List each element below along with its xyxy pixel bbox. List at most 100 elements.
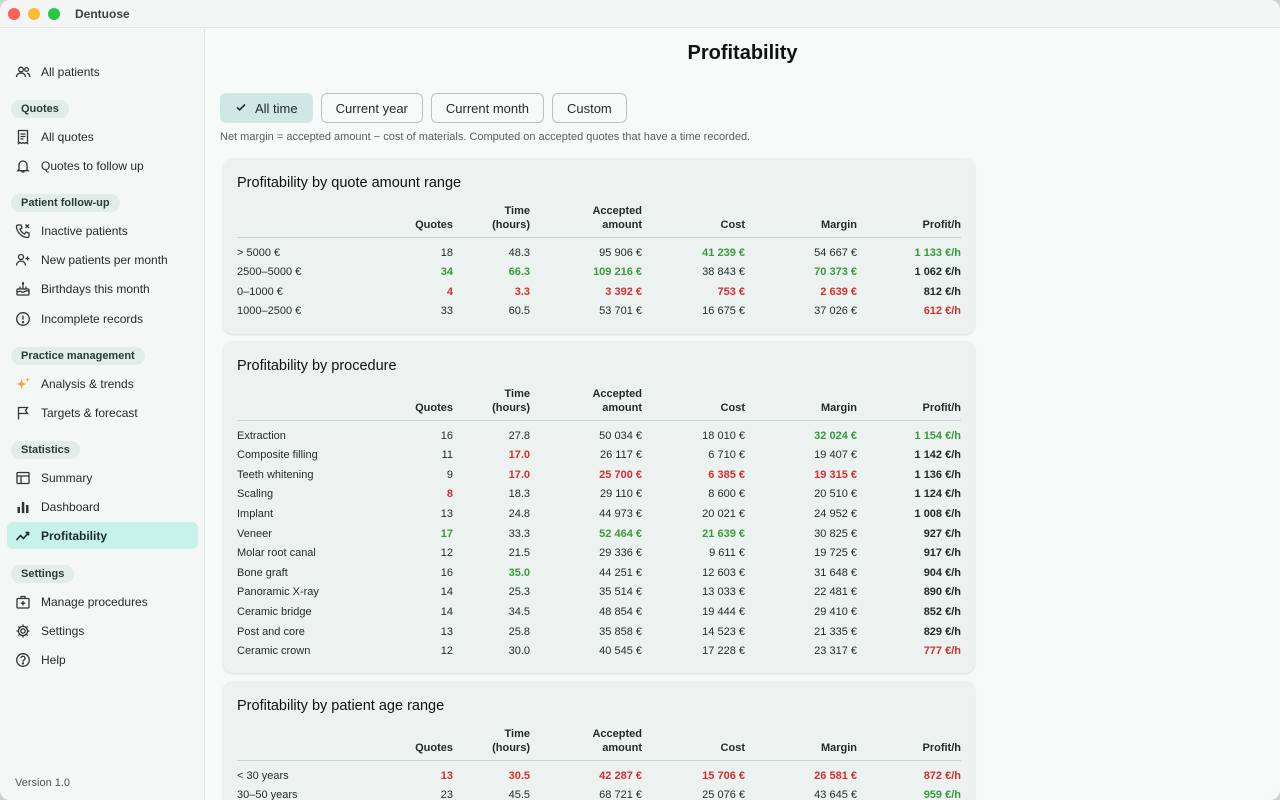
column-header[interactable]: Time (hours) — [453, 204, 530, 238]
table-cell: 18 — [440, 247, 453, 260]
flag-icon — [15, 405, 31, 421]
card-title: Profitability by patient age range — [237, 698, 445, 714]
filter-custom-button[interactable]: Custom — [551, 93, 627, 123]
sparkles-icon — [15, 376, 31, 392]
sidebar-item-new-patients-per-month[interactable]: New patients per month — [7, 246, 198, 273]
sidebar-item-settings[interactable]: Settings — [7, 617, 198, 644]
table-cell: 109 216 € — [593, 266, 642, 279]
close-window-button[interactable] — [8, 8, 20, 20]
table-cell: 21 335 € — [814, 625, 857, 638]
table-cell: 11 — [441, 449, 453, 462]
column-header[interactable]: Profit/h — [857, 204, 961, 238]
sidebar-item-quotes-to-follow-up[interactable]: Quotes to follow up — [7, 152, 198, 179]
column-header[interactable] — [237, 204, 387, 238]
column-header[interactable]: Quotes — [387, 204, 453, 238]
column-header[interactable] — [237, 387, 387, 421]
row-label: Panoramic X-ray — [237, 586, 319, 599]
minimize-window-button[interactable] — [28, 8, 40, 20]
column-header[interactable]: Accepted amount — [530, 727, 642, 761]
table-cell: 1 136 €/h — [914, 468, 961, 481]
section-quotes: Quotes — [11, 100, 69, 118]
column-header[interactable]: Accepted amount — [530, 204, 642, 238]
table-cell: 8 — [446, 488, 453, 501]
alert-circle-icon — [15, 311, 31, 327]
sidebar-item-all-quotes[interactable]: All quotes — [7, 123, 198, 150]
table-row: Implant 13 24.8 44 973 € 20 021 € 24 952 € 1 0… — [237, 504, 961, 524]
card-by-age-range: Profitability by patient age range Quote… — [223, 681, 975, 800]
sidebar-item-label: New patients per month — [41, 252, 168, 267]
column-header[interactable]: Time (hours) — [453, 727, 530, 761]
bar-chart-icon — [15, 499, 31, 515]
sidebar-item-profitability[interactable]: Profitability — [7, 522, 198, 549]
sidebar-item-incomplete-records[interactable]: Incomplete records — [7, 305, 198, 332]
row-label: Ceramic bridge — [237, 606, 312, 619]
column-header[interactable]: Profit/h — [857, 387, 961, 421]
column-header[interactable]: Cost — [642, 387, 745, 421]
card-title: Profitability by quote amount range — [237, 175, 462, 191]
row-label: Teeth whitening — [237, 468, 314, 481]
filter-label: Custom — [566, 100, 612, 116]
sidebar-item-label: Summary — [41, 470, 93, 485]
filter-current-year-button[interactable]: Current year — [320, 93, 423, 123]
table-row: Molar root canal 12 21.5 29 336 € 9 611 € 19 … — [237, 543, 961, 563]
row-label: Scaling — [237, 488, 274, 501]
column-header[interactable]: Margin — [745, 204, 857, 238]
table-header-row: Quotes Time (hours) Accepted amount Cost Mar… — [237, 727, 961, 761]
profitability-table: Quotes Time (hours) Accepted amount Cost Mar… — [237, 204, 961, 321]
sidebar-item-all-patients[interactable]: All patients — [7, 58, 198, 85]
table-row: Bone graft 16 35.0 44 251 € 12 603 € 31 648 €… — [237, 563, 961, 583]
table-cell: 3.3 — [514, 285, 530, 298]
table-row: Ceramic bridge 14 34.5 48 854 € 19 444 € 29 4… — [237, 602, 961, 622]
column-header[interactable] — [237, 727, 387, 761]
column-header[interactable]: Quotes — [387, 727, 453, 761]
table-cell: 13 — [440, 625, 453, 638]
sidebar-item-inactive-patients[interactable]: Inactive patients — [7, 217, 198, 244]
sidebar-item-targets-forecast[interactable]: Targets & forecast — [7, 399, 198, 426]
sidebar-item-birthdays-this-month[interactable]: Birthdays this month — [7, 275, 198, 302]
table-cell: 14 — [440, 586, 453, 599]
table-cell: 19 725 € — [814, 547, 857, 560]
table-cell: 35.0 — [508, 566, 530, 579]
sidebar-item-help[interactable]: Help — [7, 646, 198, 673]
sidebar-item-dashboard[interactable]: Dashboard — [7, 493, 198, 520]
table-cell: 959 €/h — [923, 789, 961, 800]
card-by-amount-range: Profitability by quote amount range Quot… — [223, 158, 975, 334]
table-cell: 60.5 — [508, 305, 530, 318]
help-icon — [15, 652, 31, 668]
table-row: < 30 years 13 30.5 42 287 € 15 706 € 26 581 €… — [237, 761, 961, 786]
filter-current-month-button[interactable]: Current month — [430, 93, 544, 123]
table-cell: 17 — [440, 527, 453, 540]
sidebar-item-analysis-trends[interactable]: Analysis & trends — [7, 370, 198, 397]
column-header[interactable]: Quotes — [387, 387, 453, 421]
table-cell: 68 721 € — [599, 789, 642, 800]
table-row: Teeth whitening 9 17.0 25 700 € 6 385 € 19 31… — [237, 465, 961, 485]
bell-icon — [15, 158, 31, 174]
user-plus-icon — [15, 252, 31, 268]
column-header[interactable]: Time (hours) — [453, 387, 530, 421]
table-row: 30–50 years 23 45.5 68 721 € 25 076 € 43 645 … — [237, 786, 961, 800]
column-header[interactable]: Margin — [745, 727, 857, 761]
section-practice-management: Practice management — [11, 347, 145, 365]
filter-all-time-button[interactable]: All time — [220, 93, 313, 123]
table-cell: 927 €/h — [923, 527, 961, 540]
zoom-window-button[interactable] — [48, 8, 60, 20]
table-cell: 1 124 €/h — [914, 488, 961, 501]
table-cell: 14 523 € — [702, 625, 745, 638]
sidebar-item-summary[interactable]: Summary — [7, 464, 198, 491]
column-header[interactable]: Cost — [642, 727, 745, 761]
table-cell: 95 906 € — [599, 247, 642, 260]
table-cell: 16 — [440, 430, 453, 443]
table-row: Scaling 8 18.3 29 110 € 8 600 € 20 510 € 1 124… — [237, 485, 961, 505]
column-header[interactable]: Cost — [642, 204, 745, 238]
table-cell: 1 154 €/h — [914, 430, 961, 443]
filter-label: Current month — [445, 100, 529, 116]
table-cell: 34 — [440, 266, 453, 279]
table-cell: 40 545 € — [599, 645, 642, 658]
column-header[interactable]: Margin — [745, 387, 857, 421]
table-cell: 31 648 € — [814, 566, 857, 579]
column-header[interactable]: Accepted amount — [530, 387, 642, 421]
sidebar-item-manage-procedures[interactable]: Manage procedures — [7, 588, 198, 615]
receipt-icon — [15, 129, 31, 145]
column-header[interactable]: Profit/h — [857, 727, 961, 761]
table-cell: 20 021 € — [702, 508, 745, 521]
